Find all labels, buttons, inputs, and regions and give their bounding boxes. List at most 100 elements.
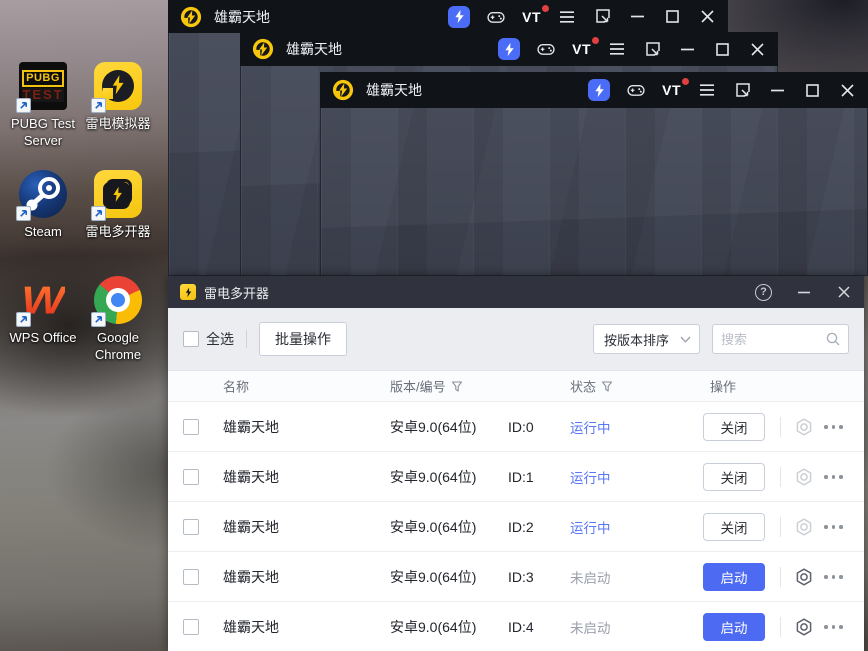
instance-version: 安卓9.0(64位) bbox=[390, 468, 477, 485]
instance-table: 雄霸天地 安卓9.0(64位) ID:0 运行中 关闭 雄霸天地 安卓9.0(6… bbox=[168, 402, 864, 651]
more-menu-icon[interactable] bbox=[824, 425, 843, 429]
select-all-checkbox[interactable] bbox=[183, 331, 199, 347]
more-menu-icon[interactable] bbox=[824, 475, 843, 479]
vt-label: VT bbox=[522, 8, 541, 25]
desktop-icon-wps-office[interactable]: W WPS Office bbox=[1, 276, 85, 346]
instance-action-button[interactable]: 关闭 bbox=[703, 513, 765, 541]
minimize-button[interactable] bbox=[678, 40, 696, 58]
sort-dropdown[interactable]: 按版本排序 bbox=[593, 324, 700, 354]
row-checkbox[interactable] bbox=[183, 619, 199, 635]
batch-operations-button[interactable]: 批量操作 bbox=[259, 322, 347, 356]
minimize-button[interactable] bbox=[768, 81, 786, 99]
instance-version: 安卓9.0(64位) bbox=[390, 418, 477, 435]
settings-icon[interactable] bbox=[794, 417, 814, 437]
desktop-icon-ld-multiplayer[interactable]: 雷电多开器 bbox=[76, 170, 160, 240]
filter-icon[interactable] bbox=[451, 380, 463, 392]
close-button[interactable] bbox=[838, 81, 856, 99]
menu-icon[interactable] bbox=[608, 40, 626, 58]
search-icon bbox=[826, 332, 840, 346]
instance-version: 安卓9.0(64位) bbox=[390, 568, 477, 585]
instance-action-button[interactable]: 关闭 bbox=[703, 463, 765, 491]
vt-indicator[interactable]: VT bbox=[522, 4, 549, 25]
vt-label: VT bbox=[662, 82, 681, 98]
close-button[interactable] bbox=[748, 40, 766, 58]
instance-action-button[interactable]: 启动 bbox=[703, 613, 765, 641]
menu-icon[interactable] bbox=[558, 8, 576, 26]
boost-icon[interactable] bbox=[588, 79, 611, 101]
gamepad-icon[interactable] bbox=[537, 40, 555, 58]
settings-icon[interactable] bbox=[794, 517, 814, 537]
multiplayer-manager-window: 雷电多开器 ? 全选 批量操作 按版本排序 名称 版本/编号 状态 操作 bbox=[168, 276, 864, 651]
instance-name: 雄霸天地 bbox=[223, 518, 279, 535]
more-menu-icon[interactable] bbox=[824, 625, 843, 629]
instance-action-button[interactable]: 关闭 bbox=[703, 413, 765, 441]
shortcut-arrow-icon bbox=[91, 312, 106, 327]
maximize-button[interactable] bbox=[713, 40, 731, 58]
sort-selected-value: 按版本排序 bbox=[604, 332, 670, 348]
maximize-button[interactable] bbox=[663, 8, 681, 26]
instance-name: 雄霸天地 bbox=[223, 468, 279, 485]
ld-multiplayer-app-icon bbox=[180, 284, 196, 300]
header-name: 名称 bbox=[223, 379, 250, 395]
instance-status: 运行中 bbox=[570, 420, 611, 436]
desktop-icon-google-chrome[interactable]: Google Chrome bbox=[76, 276, 160, 363]
emulator-titlebar: 雄霸天地 VT bbox=[320, 72, 868, 108]
settings-icon[interactable] bbox=[794, 617, 814, 637]
to-small-window-icon[interactable] bbox=[593, 8, 611, 26]
search-input[interactable] bbox=[721, 331, 826, 347]
shortcut-arrow-icon bbox=[16, 312, 31, 327]
boost-icon[interactable] bbox=[448, 5, 471, 28]
instance-status: 运行中 bbox=[570, 520, 611, 536]
settings-icon[interactable] bbox=[794, 567, 814, 587]
row-checkbox[interactable] bbox=[183, 419, 199, 435]
instance-name: 雄霸天地 bbox=[223, 618, 279, 635]
close-button[interactable] bbox=[836, 284, 852, 300]
vt-label: VT bbox=[572, 41, 591, 57]
instance-id: ID:4 bbox=[508, 618, 534, 635]
instance-id: ID:3 bbox=[508, 568, 534, 585]
emulator-titlebar: 雄霸天地 VT bbox=[168, 0, 728, 33]
instance-action-button[interactable]: 启动 bbox=[703, 563, 765, 591]
window-title: 雄霸天地 bbox=[366, 82, 422, 98]
instance-name: 雄霸天地 bbox=[223, 418, 279, 435]
row-divider bbox=[780, 617, 781, 637]
gamepad-icon[interactable] bbox=[487, 8, 505, 26]
more-menu-icon[interactable] bbox=[824, 525, 843, 529]
desktop-icon-label: PUBG Test Server bbox=[10, 116, 76, 148]
desktop-icon-pubg-test-server[interactable]: PUBG TEST PUBG Test Server bbox=[1, 62, 85, 149]
minimize-button[interactable] bbox=[628, 8, 646, 26]
more-menu-icon[interactable] bbox=[824, 575, 843, 579]
vt-indicator[interactable]: VT bbox=[662, 78, 689, 98]
vt-alert-dot bbox=[542, 4, 549, 12]
emulator-window-3: 雄霸天地 VT bbox=[320, 72, 868, 276]
close-button[interactable] bbox=[698, 8, 716, 26]
row-checkbox[interactable] bbox=[183, 519, 199, 535]
to-small-window-icon[interactable] bbox=[733, 81, 751, 99]
shortcut-arrow-icon bbox=[91, 206, 106, 221]
desktop-icon-ldplayer[interactable]: 雷电模拟器 bbox=[76, 62, 160, 132]
desktop-icon-label: Google Chrome bbox=[94, 330, 142, 362]
window-title: 雄霸天地 bbox=[214, 8, 270, 25]
vt-alert-dot bbox=[592, 37, 599, 44]
to-small-window-icon[interactable] bbox=[643, 40, 661, 58]
minimize-button[interactable] bbox=[796, 284, 812, 300]
instance-status: 运行中 bbox=[570, 470, 611, 486]
instance-status: 未启动 bbox=[570, 570, 611, 586]
desktop-icon-steam[interactable]: Steam bbox=[1, 170, 85, 240]
row-checkbox[interactable] bbox=[183, 469, 199, 485]
menu-icon[interactable] bbox=[698, 81, 716, 99]
header-status: 状态 bbox=[570, 379, 597, 395]
settings-icon[interactable] bbox=[794, 467, 814, 487]
select-all-label: 全选 bbox=[206, 331, 234, 347]
gamepad-icon[interactable] bbox=[627, 81, 645, 99]
search-box[interactable] bbox=[712, 324, 849, 354]
row-checkbox[interactable] bbox=[183, 569, 199, 585]
boost-icon[interactable] bbox=[498, 38, 521, 60]
help-icon[interactable]: ? bbox=[755, 283, 772, 301]
manager-toolbar: 全选 批量操作 按版本排序 bbox=[168, 308, 864, 370]
vt-indicator[interactable]: VT bbox=[572, 37, 599, 57]
row-divider bbox=[780, 467, 781, 487]
maximize-button[interactable] bbox=[803, 81, 821, 99]
pubg-word: PUBG bbox=[22, 70, 64, 87]
filter-icon[interactable] bbox=[601, 380, 613, 392]
